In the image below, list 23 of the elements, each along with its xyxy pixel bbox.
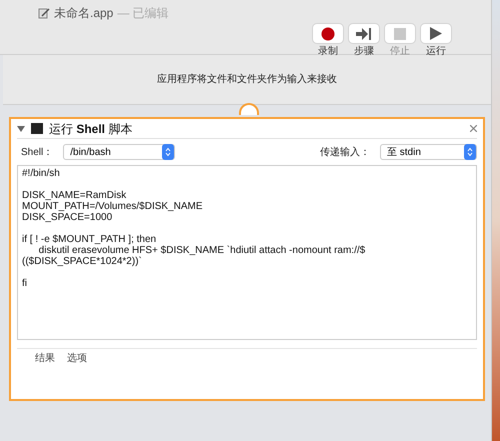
close-icon[interactable]	[470, 125, 477, 132]
step-icon	[356, 28, 372, 40]
terminal-icon	[31, 123, 43, 134]
input-banner: 应用程序将文件和文件夹作为输入来接收	[3, 55, 491, 105]
pass-input-select[interactable]: 至 stdin	[380, 144, 477, 160]
footer-tab[interactable]: 选项	[67, 351, 87, 366]
disclosure-triangle-icon[interactable]	[17, 124, 25, 132]
action-title: 运行 Shell 脚本	[49, 120, 132, 138]
script-editor[interactable]	[17, 165, 477, 340]
pass-input-label: 传递输入：	[320, 146, 370, 160]
edited-status: — 已编辑	[117, 5, 169, 22]
shell-select[interactable]: /bin/bash	[63, 144, 176, 160]
footer-tab[interactable]: 结果	[35, 351, 55, 366]
stepper-icon	[162, 144, 174, 160]
stepper-icon	[464, 144, 476, 160]
script-file-icon	[38, 7, 50, 19]
input-connector	[239, 103, 259, 115]
stop-icon	[394, 28, 406, 40]
play-icon	[430, 27, 442, 40]
window-title: 未命名.app	[54, 5, 114, 22]
script-text: #!/bin/sh DISK_NAME=RamDisk MOUNT_PATH=/Volumes/$DISK_NAME DISK_SPACE=1000 if [ ! -e $MOUNT_PATH ]; then diskutil erasevolume HFS+ $DISK_NAME `hdiutil attach -nomount ram://$ (($DISK_SPACE*1024*2))` fi	[22, 168, 366, 289]
shell-label: Shell：	[21, 146, 54, 160]
record-icon	[321, 26, 335, 40]
